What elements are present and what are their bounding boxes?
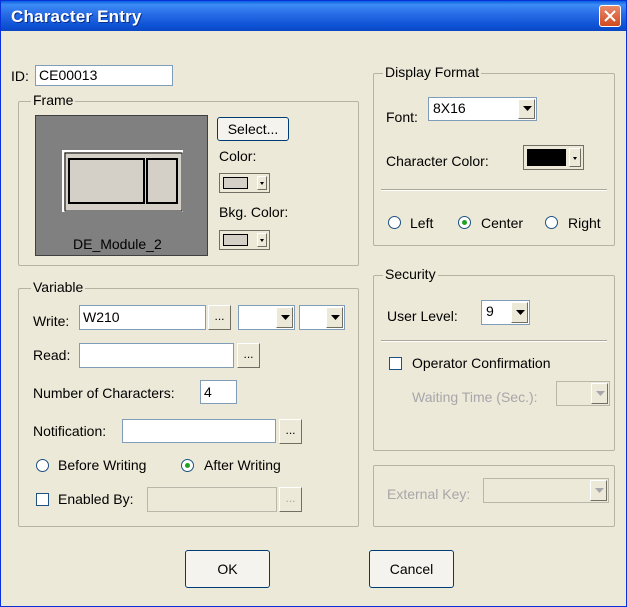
title-bar[interactable]: Character Entry <box>1 1 626 31</box>
dialog-window: Character Entry ID: CE00013 Frame DE_Mod… <box>0 0 627 607</box>
write-format-select[interactable] <box>299 305 345 330</box>
char-color-dropdown[interactable] <box>569 148 581 167</box>
close-icon <box>604 10 616 22</box>
id-field[interactable]: CE00013 <box>35 65 173 86</box>
user-level-label: User Level: <box>387 308 458 324</box>
notification-browse-button[interactable]: ... <box>279 419 302 444</box>
chevron-down-icon <box>523 106 532 111</box>
frame-preview-name: DE_Module_2 <box>73 236 162 252</box>
read-browse-button[interactable]: ... <box>237 343 260 368</box>
user-level-dropdown-arrow[interactable] <box>511 302 528 323</box>
font-label: Font: <box>386 109 418 125</box>
bkg-color-dropdown[interactable] <box>257 233 267 247</box>
font-value: 8X16 <box>433 100 466 116</box>
waiting-time-label: Waiting Time (Sec.): <box>412 389 538 405</box>
chevron-down-icon <box>595 487 604 493</box>
select-frame-button[interactable]: Select... <box>217 117 289 141</box>
bkg-color-label: Bkg. Color: <box>219 204 289 220</box>
write-format-dropdown-arrow[interactable] <box>326 307 343 328</box>
notification-label: Notification: <box>33 423 107 439</box>
user-level-value: 9 <box>486 303 494 319</box>
operator-confirmation-checkbox[interactable] <box>389 357 402 370</box>
align-center-radio[interactable] <box>458 216 471 229</box>
enabled-by-label: Enabled By: <box>58 491 134 507</box>
cancel-button[interactable]: Cancel <box>369 550 454 588</box>
frame-group-label: Frame <box>31 92 76 108</box>
display-format-label: Display Format <box>383 64 482 80</box>
user-level-select[interactable]: 9 <box>481 300 530 325</box>
num-chars-label: Number of Characters: <box>33 385 175 401</box>
chevron-down-icon <box>281 314 290 320</box>
after-writing-label: After Writing <box>204 457 281 473</box>
write-type-dropdown-arrow[interactable] <box>276 307 293 328</box>
chevron-down-icon <box>331 314 340 320</box>
write-label: Write: <box>33 313 70 329</box>
enabled-by-browse-button[interactable]: ... <box>279 487 302 512</box>
read-label: Read: <box>33 347 71 363</box>
align-right-radio[interactable] <box>545 216 558 229</box>
font-select[interactable]: 8X16 <box>428 97 537 121</box>
align-left-label: Left <box>410 215 434 231</box>
external-key-select[interactable] <box>483 478 609 503</box>
waiting-time-select[interactable] <box>556 381 610 406</box>
variable-group-label: Variable <box>31 279 86 295</box>
close-button[interactable] <box>599 5 621 27</box>
enabled-by-checkbox[interactable] <box>36 493 49 506</box>
align-center-label: Center <box>481 215 524 231</box>
after-writing-radio[interactable] <box>181 459 194 472</box>
security-separator <box>381 340 607 342</box>
frame-color-dropdown[interactable] <box>257 176 267 190</box>
notification-field[interactable] <box>122 419 276 443</box>
before-writing-radio[interactable] <box>36 459 49 472</box>
bkg-color-swatch <box>223 234 248 246</box>
chevron-down-icon <box>596 390 605 396</box>
ok-button[interactable]: OK <box>185 550 270 588</box>
display-format-separator <box>381 189 607 191</box>
external-key-dropdown-arrow[interactable] <box>590 480 607 501</box>
chevron-down-icon <box>260 182 264 185</box>
bkg-color-picker[interactable] <box>219 230 270 250</box>
align-right-label: Right <box>568 215 601 231</box>
security-group-label: Security <box>383 266 438 282</box>
write-browse-button[interactable]: ... <box>208 305 231 330</box>
chevron-down-icon <box>260 239 264 242</box>
frame-color-swatch <box>223 177 248 189</box>
char-color-label: Character Color: <box>386 153 489 169</box>
read-field[interactable] <box>79 343 234 368</box>
enabled-by-field[interactable] <box>147 487 277 512</box>
num-chars-field[interactable]: 4 <box>200 380 237 404</box>
external-key-label: External Key: <box>387 486 471 502</box>
frame-color-label: Color: <box>219 148 257 164</box>
waiting-time-dropdown-arrow[interactable] <box>591 383 608 404</box>
chevron-down-icon <box>573 157 577 160</box>
before-writing-label: Before Writing <box>58 457 147 473</box>
write-type-select[interactable] <box>238 305 295 330</box>
window-title: Character Entry <box>11 7 142 26</box>
write-field[interactable]: W210 <box>79 305 206 330</box>
operator-confirmation-label: Operator Confirmation <box>412 355 551 371</box>
frame-preview: DE_Module_2 <box>35 115 208 256</box>
chevron-down-icon <box>516 309 525 315</box>
id-label: ID: <box>11 68 29 84</box>
align-left-radio[interactable] <box>388 216 401 229</box>
frame-preview-icon <box>62 150 183 212</box>
char-color-picker[interactable] <box>523 145 584 170</box>
frame-color-picker[interactable] <box>219 173 270 193</box>
font-dropdown-arrow[interactable] <box>518 99 535 119</box>
char-color-swatch <box>527 149 566 166</box>
